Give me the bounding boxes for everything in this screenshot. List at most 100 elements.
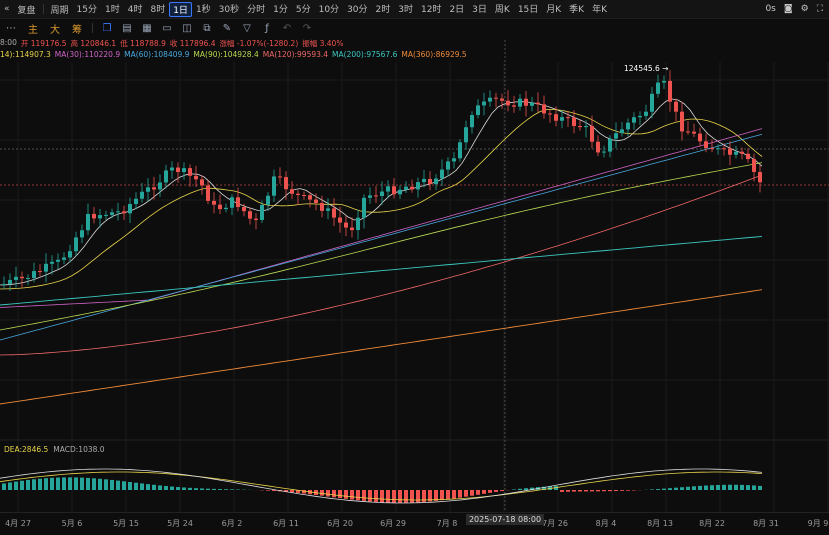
ma-legend-item-4: MA(120):99593.4 <box>263 50 328 61</box>
macd-bar <box>716 485 720 490</box>
macd-bar <box>620 490 624 491</box>
more-icon[interactable]: ⋯ <box>0 23 22 34</box>
candle-body <box>86 214 90 230</box>
layout-icon[interactable]: ▤ <box>121 22 133 34</box>
macd-bar <box>692 486 696 490</box>
indicator-icon[interactable]: ƒ <box>261 22 273 34</box>
chip-button[interactable]: 筹 <box>66 21 88 36</box>
macd-bar <box>44 478 48 490</box>
fullscreen-icon[interactable]: ⛶ <box>817 4 823 14</box>
candle-body <box>596 142 600 153</box>
candle-body <box>230 197 234 207</box>
candle-body <box>134 199 138 204</box>
candle-body <box>248 211 252 218</box>
interval-13[interactable]: 3时 <box>394 2 417 17</box>
macd-bar <box>416 490 420 502</box>
candle-body <box>62 257 66 259</box>
macd-bar <box>302 490 306 494</box>
macd-bar <box>404 490 408 503</box>
interval-5[interactable]: 1秒 <box>192 2 215 17</box>
macd-bar <box>56 478 60 490</box>
draw-icon[interactable]: ✎ <box>221 22 233 34</box>
macd-bar <box>572 490 576 492</box>
macd-bar <box>590 490 594 491</box>
interval-12[interactable]: 2时 <box>372 2 395 17</box>
candle-body <box>314 200 318 203</box>
candle-body <box>668 81 672 102</box>
interval-20[interactable]: 季K <box>565 2 588 17</box>
topbar-right: 0s ◙ ⚙ ⛶ <box>765 4 829 14</box>
ma-line-60 <box>0 134 762 340</box>
interval-21[interactable]: 年K <box>588 2 611 17</box>
macd-bar <box>320 490 324 496</box>
interval-15[interactable]: 2日 <box>445 2 468 17</box>
interval-7[interactable]: 分时 <box>243 2 269 17</box>
settings-icon[interactable]: ⚙ <box>801 4 809 14</box>
interval-10[interactable]: 10分 <box>315 2 343 17</box>
ohlc-open: 开 119176.5 <box>21 38 67 49</box>
interval-17[interactable]: 周K <box>491 2 514 17</box>
candle-body <box>380 192 384 196</box>
macd-bar <box>218 489 222 490</box>
interval-9[interactable]: 5分 <box>292 2 315 17</box>
macd-bar <box>680 487 684 490</box>
time-axis-label-3: 5月 24 <box>167 518 193 529</box>
candle-body <box>200 179 204 185</box>
macd-bar <box>92 478 96 490</box>
macd-bar <box>386 490 390 503</box>
interval-1[interactable]: 1时 <box>101 2 124 17</box>
undo-icon[interactable]: ↶ <box>281 22 293 34</box>
macd-bar <box>434 490 438 501</box>
candle-body <box>14 277 18 280</box>
interval-11[interactable]: 30分 <box>343 2 371 17</box>
candle-body <box>56 260 60 262</box>
candle-body <box>674 102 678 112</box>
interval-19[interactable]: 月K <box>542 2 565 17</box>
candle-body <box>524 99 528 106</box>
main-indicator-button[interactable]: 主 <box>22 21 44 36</box>
interval-6[interactable]: 30秒 <box>215 2 243 17</box>
replay-button[interactable]: 复盘 <box>14 3 40 16</box>
time-axis-label-4: 6月 2 <box>222 518 243 529</box>
collapse-icon[interactable]: « <box>0 4 14 14</box>
interval-3[interactable]: 8时 <box>146 2 169 17</box>
interval-16[interactable]: 3日 <box>468 2 491 17</box>
copy-icon[interactable]: ❐ <box>101 22 113 34</box>
macd-bar <box>674 488 678 490</box>
grid-icon[interactable]: ▦ <box>141 22 153 34</box>
macd-bar <box>746 485 750 490</box>
candle-body <box>578 126 582 127</box>
camera-icon[interactable]: ◙ <box>784 4 793 14</box>
filter-icon[interactable]: ▽ <box>241 22 253 34</box>
macd-bar <box>566 490 570 492</box>
candle-body <box>218 205 222 209</box>
macd-bar <box>170 487 174 490</box>
interval-8[interactable]: 1分 <box>269 2 292 17</box>
candle-body <box>356 218 360 230</box>
macd-bar <box>152 485 156 490</box>
macd-bar <box>578 490 582 492</box>
candle-body <box>488 98 492 102</box>
macd-bar <box>602 490 606 491</box>
time-axis-label-13: 8月 31 <box>753 518 779 529</box>
interval-0[interactable]: 15分 <box>73 2 101 17</box>
candle-body <box>482 102 486 106</box>
candle-body <box>464 127 468 142</box>
macd-bar <box>584 490 588 491</box>
interval-18[interactable]: 15日 <box>514 2 542 17</box>
candle-body <box>392 186 396 194</box>
window-icon[interactable]: ▭ <box>161 22 173 34</box>
macd-bar <box>14 482 18 490</box>
interval-14[interactable]: 12时 <box>417 2 445 17</box>
macd-bar <box>398 490 402 503</box>
interval-2[interactable]: 4时 <box>124 2 147 17</box>
compare-icon[interactable]: ⧉ <box>201 22 213 34</box>
interval-4[interactable]: 1日 <box>169 2 192 17</box>
big-order-button[interactable]: 大 <box>44 21 66 36</box>
split-icon[interactable]: ◫ <box>181 22 193 34</box>
period-menu[interactable]: 周期 <box>47 3 73 16</box>
redo-icon[interactable]: ↷ <box>301 22 313 34</box>
candle-body <box>164 170 168 182</box>
candle-body <box>188 168 192 176</box>
candle-body <box>116 211 120 212</box>
